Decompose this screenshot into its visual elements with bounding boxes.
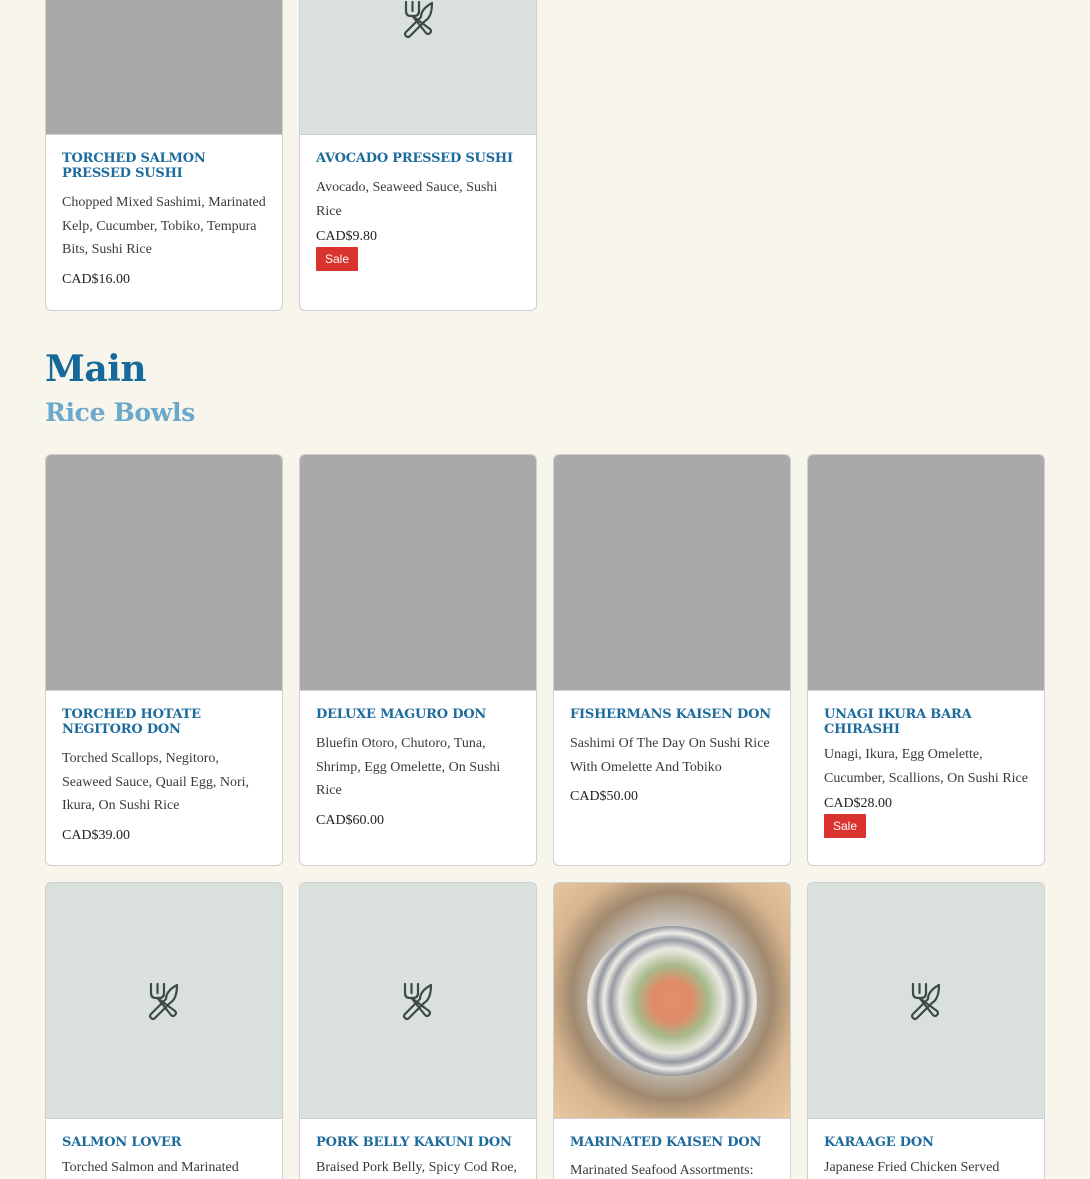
menu-item-description: Braised Pork Belly, Spicy Cod Roe, (316, 1160, 517, 1175)
menu-card[interactable]: TORCHED HOTATE NEGITORO DON Torched Scal… (45, 454, 283, 866)
section-title: Main (45, 348, 147, 390)
menu-item-description: Marinated Seafood Assortments: (570, 1163, 754, 1178)
menu-item-image[interactable] (300, 0, 536, 135)
menu-card[interactable]: PORK BELLY KAKUNI DON Braised Pork Belly… (299, 882, 537, 1179)
menu-item-title[interactable]: AVOCADO PRESSED SUSHI (316, 151, 520, 166)
menu-item-title[interactable]: UNAGI IKURA BARA CHIRASHI (824, 707, 1028, 737)
menu-item-title[interactable]: DELUXE MAGURO DON (316, 707, 520, 722)
menu-item-title[interactable]: MARINATED KAISEN DON (570, 1135, 774, 1150)
sale-badge: Sale (316, 247, 359, 271)
menu-item-image[interactable] (808, 455, 1044, 691)
menu-item-image[interactable] (300, 883, 536, 1119)
menu-item-title[interactable]: PORK BELLY KAKUNI DON (316, 1135, 520, 1150)
menu-item-title[interactable]: TORCHED HOTATE NEGITORO DON (62, 707, 266, 737)
rice-bowl-image (587, 925, 757, 1076)
menu-card[interactable]: AVOCADO PRESSED SUSHI Avocado, Seaweed S… (299, 0, 537, 311)
utensils-icon (397, 0, 441, 41)
menu-card[interactable]: KARAAGE DON Japanese Fried Chicken Serve… (807, 882, 1045, 1179)
menu-item-image[interactable] (808, 883, 1044, 1119)
menu-item-price: CAD$50.00 (570, 789, 639, 804)
menu-item-description: Chopped Mixed Sashimi, Marinated Kelp, C… (62, 195, 266, 257)
menu-item-image[interactable] (46, 883, 282, 1119)
menu-card[interactable]: FISHERMANS KAISEN DON Sashimi Of The Day… (553, 454, 791, 866)
menu-item-description: Torched Scallops, Negitoro, Seaweed Sauc… (62, 751, 249, 813)
menu-item-description: Bluefin Otoro, Chutoro, Tuna, Shrimp, Eg… (316, 736, 501, 798)
food-photo[interactable] (554, 883, 790, 1119)
menu-card[interactable]: UNAGI IKURA BARA CHIRASHI Unagi, Ikura, … (807, 454, 1045, 866)
menu-item-title[interactable]: KARAAGE DON (824, 1135, 1028, 1150)
menu-item-image[interactable] (46, 455, 282, 691)
menu-card[interactable]: MARINATED KAISEN DON Marinated Seafood A… (553, 882, 791, 1179)
menu-item-price: CAD$9.80 (316, 229, 378, 244)
menu-card[interactable]: SALMON LOVER Torched Salmon and Marinate… (45, 882, 283, 1179)
menu-item-price: CAD$16.00 (62, 271, 131, 287)
menu-item-description: Japanese Fried Chicken Served (824, 1160, 1000, 1175)
menu-item-image[interactable] (554, 455, 790, 691)
menu-item-price: CAD$39.00 (62, 827, 131, 843)
menu-item-image[interactable] (46, 0, 282, 135)
utensils-icon (142, 979, 186, 1023)
menu-item-image[interactable] (300, 455, 536, 691)
menu-item-title[interactable]: FISHERMANS KAISEN DON (570, 707, 774, 722)
subsection-title: Rice Bowls (45, 398, 196, 427)
menu-item-title[interactable]: TORCHED SALMON PRESSED SUSHI (62, 151, 266, 181)
menu-card[interactable]: TORCHED SALMON PRESSED SUSHI Chopped Mix… (45, 0, 283, 311)
menu-item-description: Torched Salmon and Marinated (62, 1160, 239, 1175)
utensils-icon (904, 979, 948, 1023)
utensils-icon (396, 979, 440, 1023)
menu-item-price: CAD$28.00 (824, 796, 893, 811)
menu-item-description: Sashimi Of The Day On Sushi Rice With Om… (570, 736, 770, 775)
menu-item-description: Avocado, Seaweed Sauce, Sushi Rice (316, 180, 498, 219)
sale-badge: Sale (824, 814, 867, 838)
menu-item-price: CAD$60.00 (316, 812, 385, 828)
menu-item-description: Unagi, Ikura, Egg Omelette, Cucumber, Sc… (824, 747, 1028, 786)
menu-card[interactable]: DELUXE MAGURO DON Bluefin Otoro, Chutoro… (299, 454, 537, 866)
menu-item-title[interactable]: SALMON LOVER (62, 1135, 266, 1150)
